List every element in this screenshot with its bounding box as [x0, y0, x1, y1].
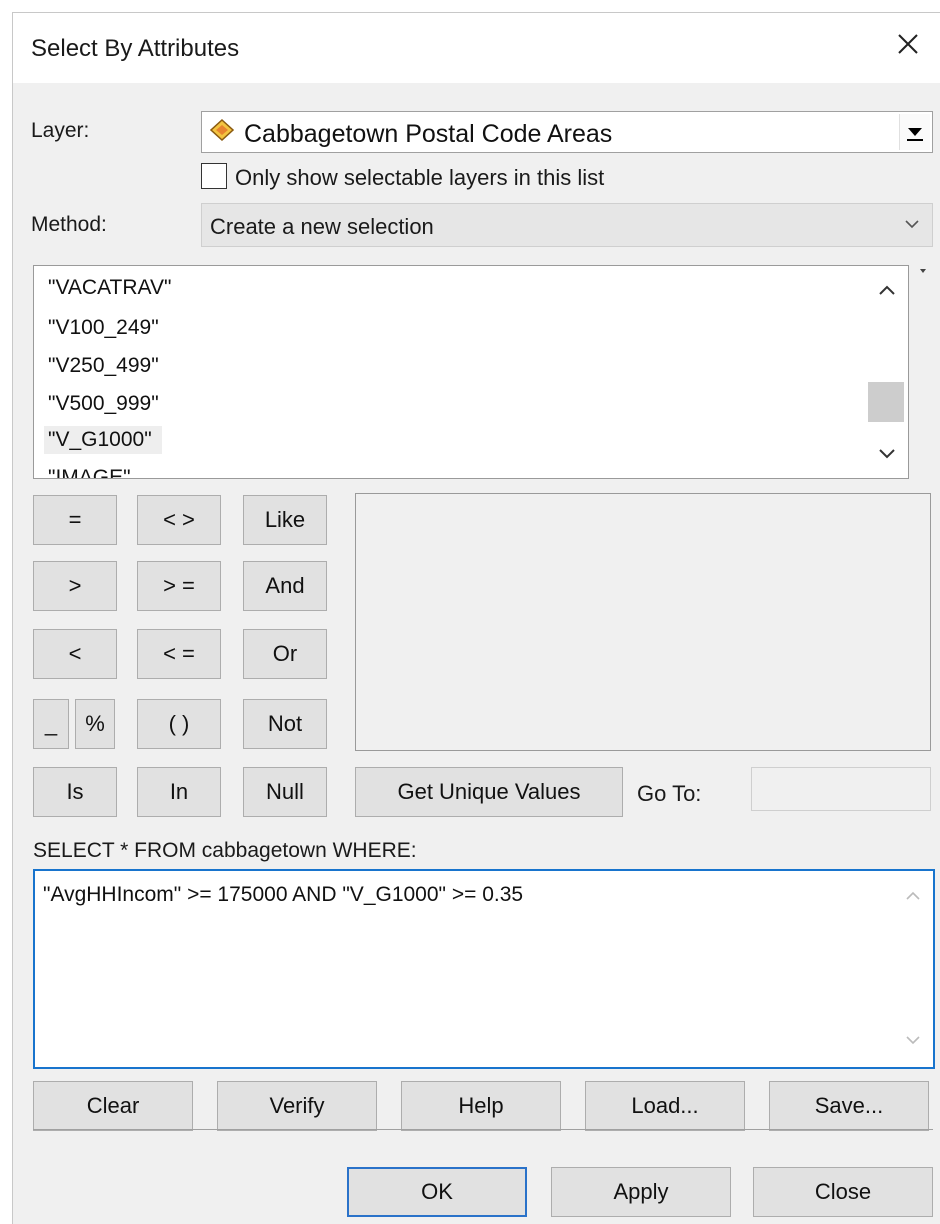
list-menu-arrow-icon[interactable] [917, 267, 929, 275]
parentheses-button[interactable]: ( ) [137, 699, 221, 749]
load-button[interactable]: Load... [585, 1081, 745, 1131]
list-item-selected[interactable]: "V_G1000" [44, 426, 162, 454]
ok-button[interactable]: OK [347, 1167, 527, 1217]
operator-in-button[interactable]: In [137, 767, 221, 817]
select-by-attributes-dialog: Select By Attributes Layer: Cabbagetown … [12, 12, 940, 1224]
list-item[interactable]: "IMAGE" [48, 466, 131, 478]
operator-and-button[interactable]: And [243, 561, 327, 611]
wildcard-underscore-button[interactable]: _ [33, 699, 69, 749]
wildcard-percent-button[interactable]: % [75, 699, 115, 749]
list-item[interactable]: "V250_499" [48, 354, 159, 378]
sql-expression-text: "AvgHHIncom" >= 175000 AND "V_G1000" >= … [43, 883, 524, 906]
goto-label: Go To: [637, 781, 702, 806]
apply-button[interactable]: Apply [551, 1167, 731, 1217]
select-prefix-label: SELECT * FROM cabbagetown WHERE: [33, 839, 417, 862]
chevron-down-icon [905, 220, 919, 229]
list-item[interactable]: "V100_249" [48, 316, 159, 340]
unique-values-list[interactable] [355, 493, 931, 751]
field-list-scrollbar[interactable] [866, 266, 908, 478]
goto-input[interactable] [751, 767, 931, 811]
layer-dropdown[interactable]: Cabbagetown Postal Code Areas [201, 111, 933, 153]
close-icon[interactable] [893, 29, 923, 59]
polygon-layer-icon [210, 119, 234, 141]
operator-or-button[interactable]: Or [243, 629, 327, 679]
method-value: Create a new selection [210, 214, 434, 239]
verify-button[interactable]: Verify [217, 1081, 377, 1131]
selectable-layers-label[interactable]: Only show selectable layers in this list [235, 165, 604, 191]
save-button[interactable]: Save... [769, 1081, 929, 1131]
dropdown-arrow-underline [907, 139, 923, 141]
close-button[interactable]: Close [753, 1167, 933, 1217]
operator-is-button[interactable]: Is [33, 767, 117, 817]
layer-value: Cabbagetown Postal Code Areas [244, 120, 613, 148]
field-list[interactable]: "VACATRAV" "V100_249" "V250_499" "V500_9… [33, 265, 909, 479]
clear-button[interactable]: Clear [33, 1081, 193, 1131]
operator-null-button[interactable]: Null [243, 767, 327, 817]
list-item[interactable]: "V500_999" [48, 392, 159, 416]
operator-greater-equal-button[interactable]: > = [137, 561, 221, 611]
operator-not-button[interactable]: Not [243, 699, 327, 749]
help-button[interactable]: Help [401, 1081, 561, 1131]
scroll-thumb[interactable] [868, 382, 904, 422]
scroll-up-icon[interactable] [905, 889, 921, 901]
operator-less-button[interactable]: < [33, 629, 117, 679]
scroll-down-icon[interactable] [878, 448, 896, 460]
dropdown-arrow-icon [908, 128, 922, 136]
selectable-layers-checkbox[interactable] [201, 163, 227, 189]
operator-equals-button[interactable]: = [33, 495, 117, 545]
method-label: Method: [31, 213, 107, 236]
layer-label: Layer: [31, 119, 90, 142]
get-unique-values-button[interactable]: Get Unique Values [355, 767, 623, 817]
scroll-up-icon[interactable] [878, 284, 896, 296]
dialog-title: Select By Attributes [31, 35, 240, 62]
operator-less-equal-button[interactable]: < = [137, 629, 221, 679]
list-item[interactable]: "VACATRAV" [48, 276, 171, 300]
scroll-down-icon[interactable] [905, 1035, 921, 1047]
operator-not-equal-button[interactable]: < > [137, 495, 221, 545]
layer-dropdown-button[interactable] [899, 114, 930, 150]
footer-separator [33, 1129, 933, 1130]
operator-like-button[interactable]: Like [243, 495, 327, 545]
title-bar: Select By Attributes [13, 13, 940, 83]
operator-greater-button[interactable]: > [33, 561, 117, 611]
sql-expression-input[interactable]: "AvgHHIncom" >= 175000 AND "V_G1000" >= … [33, 869, 935, 1069]
method-dropdown[interactable]: Create a new selection [201, 203, 933, 247]
